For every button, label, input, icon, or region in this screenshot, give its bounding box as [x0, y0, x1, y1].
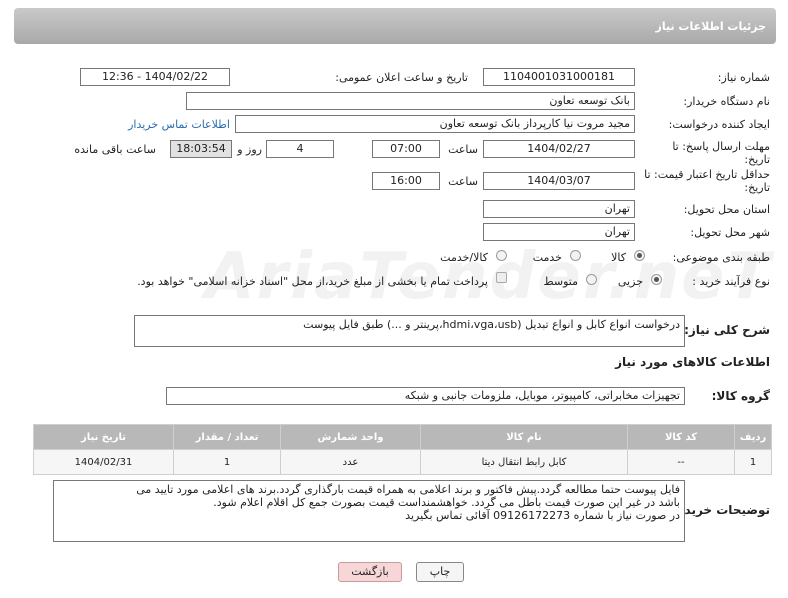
reply-time-field: 07:00	[372, 140, 440, 158]
back-button[interactable]: بازگشت	[338, 562, 402, 582]
contact-info-link[interactable]: اطلاعات تماس خریدار	[128, 118, 230, 131]
category-both-radio[interactable]	[496, 250, 507, 261]
reply-date-field: 1404/02/27	[483, 140, 635, 158]
cell-qty: 1	[173, 449, 281, 475]
cell-code: --	[627, 449, 735, 475]
creator-label: ایجاد کننده درخواست:	[668, 118, 770, 131]
col-row: ردیف	[734, 424, 772, 450]
process-medium-radio[interactable]	[586, 274, 597, 285]
days-label: روز و	[237, 143, 262, 156]
category-goods-label: کالا	[611, 251, 626, 264]
category-label: طبقه بندی موضوعی:	[672, 251, 770, 264]
summary-label: شرح کلی نیاز:	[684, 323, 770, 337]
cell-name: کابل رابط انتقال دیتا	[420, 449, 628, 475]
col-qty: تعداد / مقدار	[173, 424, 281, 450]
items-table-header: ردیف کد کالا نام کالا واحد شمارش تعداد /…	[33, 424, 772, 450]
province-field: تهران	[483, 200, 635, 218]
reply-time-label: ساعت	[448, 143, 478, 156]
process-medium-label: متوسط	[543, 275, 578, 288]
announce-field: 1404/02/22 - 12:36	[80, 68, 230, 86]
table-row: 1 -- کابل رابط انتقال دیتا عدد 1 1404/02…	[33, 449, 772, 475]
col-date: تاریخ نیاز	[33, 424, 174, 450]
price-time-label: ساعت	[448, 175, 478, 188]
payment-note: پرداخت تمام یا بخشی از مبلغ خرید،از محل …	[137, 275, 488, 288]
remaining-label: ساعت باقی مانده	[74, 143, 156, 156]
buyer-notes-field: فایل پیوست حتما مطالعه گردد.پیش فاکتور و…	[53, 480, 685, 542]
process-partial-radio[interactable]	[651, 274, 662, 285]
cell-date: 1404/02/31	[33, 449, 174, 475]
need-number-field: 1104001031000181	[483, 68, 635, 86]
col-code: کد کالا	[627, 424, 735, 450]
creator-field: مجید مروت نیا کارپرداز بانک توسعه تعاون	[235, 115, 635, 133]
process-partial-label: جزیی	[617, 275, 643, 288]
days-field: 4	[266, 140, 334, 158]
remaining-time-field: 18:03:54	[170, 140, 232, 158]
page-title: جزئیات اطلاعات نیاز	[655, 20, 767, 33]
cell-unit: عدد	[280, 449, 421, 475]
category-service-radio[interactable]	[570, 250, 581, 261]
buyer-org-label: نام دستگاه خریدار:	[683, 95, 770, 108]
summary-field: درخواست انواع کابل و انواع تبدیل (hdmi،v…	[134, 315, 685, 347]
price-deadline-label: حداقل تاریخ اعتبار قیمت: تا تاریخ:	[644, 168, 770, 194]
cell-row: 1	[734, 449, 772, 475]
price-time-field: 16:00	[372, 172, 440, 190]
items-table: ردیف کد کالا نام کالا واحد شمارش تعداد /…	[33, 424, 772, 475]
need-number-label: شماره نیاز:	[717, 71, 770, 84]
announce-label: تاریخ و ساعت اعلان عمومی:	[335, 71, 468, 84]
category-goods-radio[interactable]	[634, 250, 645, 261]
buyer-notes-line-3: در صورت نیاز با شماره 09126172273 آقائی …	[405, 509, 680, 522]
city-field: تهران	[483, 223, 635, 241]
buyer-notes-line-2: باشد در غیر این صورت قیمت باطل می گردد. …	[213, 496, 680, 509]
city-label: شهر محل تحویل:	[690, 226, 770, 239]
price-date-field: 1404/03/07	[483, 172, 635, 190]
goods-group-label: گروه کالا:	[711, 389, 770, 403]
buyer-org-field: بانک توسعه تعاون	[186, 92, 635, 110]
category-both-label: کالا/خدمت	[440, 251, 488, 264]
province-label: استان محل تحویل:	[683, 203, 770, 216]
treasury-checkbox[interactable]	[496, 272, 507, 283]
header-panel: جزئیات اطلاعات نیاز	[14, 8, 776, 44]
buyer-notes-line-1: فایل پیوست حتما مطالعه گردد.پیش فاکتور و…	[136, 483, 680, 496]
col-unit: واحد شمارش	[280, 424, 421, 450]
reply-deadline-label: مهلت ارسال پاسخ: تا تاریخ:	[672, 140, 770, 166]
print-button[interactable]: چاپ	[416, 562, 464, 582]
col-name: نام کالا	[420, 424, 628, 450]
goods-group-field: تجهیزات مخابراتی، کامپیوتر، موبایل، ملزو…	[166, 387, 685, 405]
category-service-label: خدمت	[532, 251, 562, 264]
goods-section-title: اطلاعات کالاهای مورد نیاز	[615, 355, 770, 369]
process-label: نوع فرآیند خرید :	[692, 275, 770, 288]
